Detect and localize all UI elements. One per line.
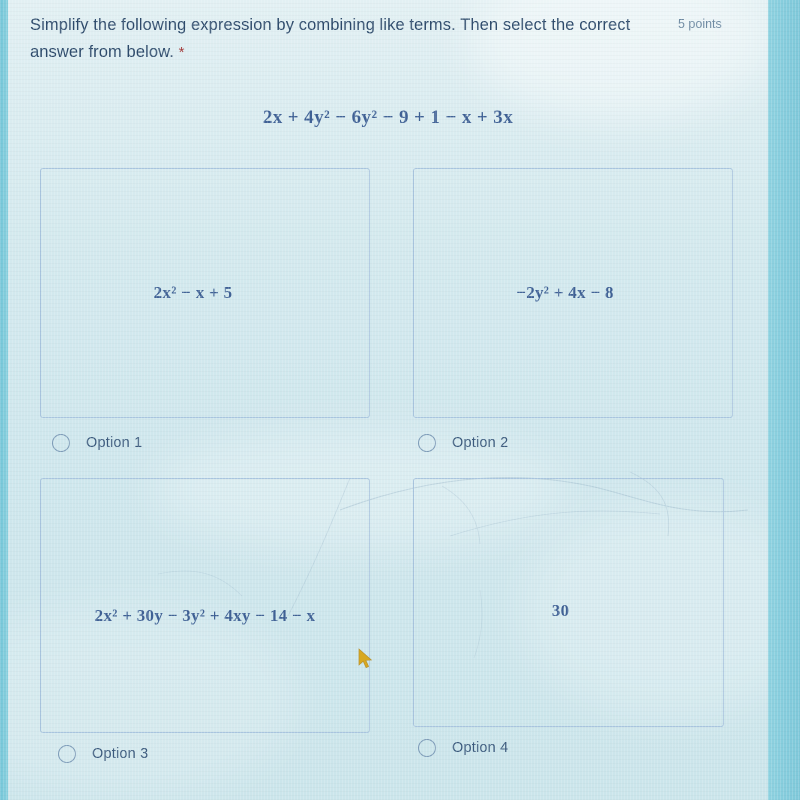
question-header: Simplify the following expression by com… <box>30 12 746 66</box>
option-2-image-box[interactable]: −2y² + 4x − 8 <box>413 168 733 418</box>
left-edge-background <box>0 0 8 800</box>
question-title-text: Simplify the following expression by com… <box>30 16 631 61</box>
option-2-radio-row[interactable]: Option 2 <box>418 434 508 452</box>
option-1-image-content: 2x² − x + 5 <box>153 283 233 302</box>
expression-to-simplify: 2x + 4y² − 6y² − 9 + 1 − x + 3x <box>262 107 514 128</box>
option-4-label: Option 4 <box>452 740 509 756</box>
option-1-label: Option 1 <box>86 435 143 451</box>
option-1-image-box[interactable]: 2x² − x + 5 <box>40 168 370 418</box>
right-edge-background <box>768 0 800 800</box>
option-3-label: Option 3 <box>92 746 149 762</box>
radio-button-icon[interactable] <box>418 434 436 452</box>
option-4-image-content: 30 <box>551 600 570 620</box>
radio-button-icon[interactable] <box>52 434 70 452</box>
option-2-image-content: −2y² + 4x − 8 <box>516 283 614 302</box>
question-title: Simplify the following expression by com… <box>30 12 670 66</box>
photo-backdrop: Simplify the following expression by com… <box>0 0 800 800</box>
option-2-label: Option 2 <box>452 435 509 451</box>
option-1-radio-row[interactable]: Option 1 <box>52 434 142 452</box>
option-4-image-box[interactable]: 30 <box>413 478 724 727</box>
points-badge: 5 points <box>678 17 722 31</box>
radio-button-icon[interactable] <box>418 739 436 757</box>
required-marker: * <box>178 44 185 61</box>
option-3-radio-row[interactable]: Option 3 <box>58 745 148 763</box>
option-3-image-box[interactable]: 2x² + 30y − 3y² + 4xy − 14 − x <box>40 478 370 733</box>
option-3-image-content: 2x² + 30y − 3y² + 4xy − 14 − x <box>94 605 316 625</box>
option-4-radio-row[interactable]: Option 4 <box>418 739 508 757</box>
radio-button-icon[interactable] <box>58 745 76 763</box>
